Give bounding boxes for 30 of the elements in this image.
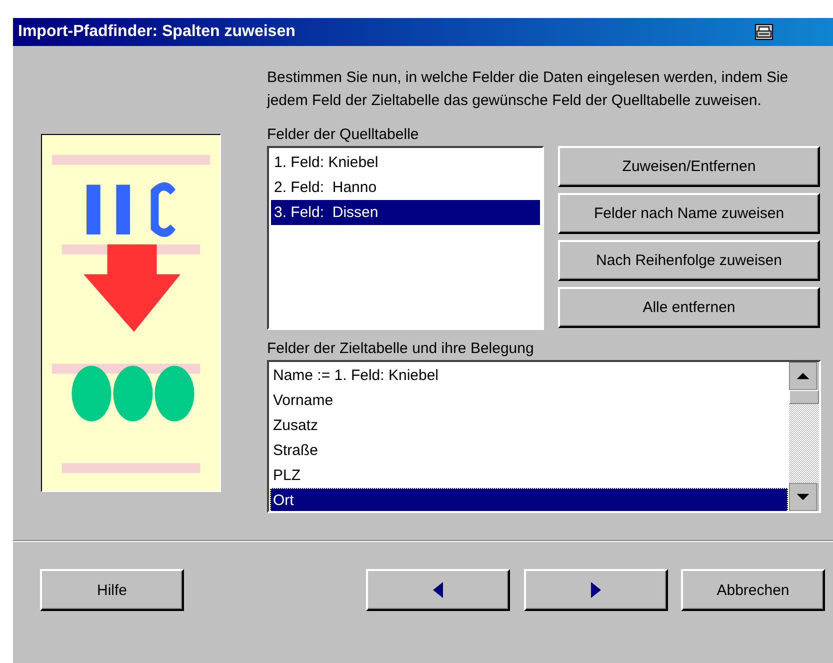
- scroll-up-icon[interactable]: [789, 362, 817, 390]
- action-button[interactable]: Felder nach Name zuweisen: [558, 193, 820, 234]
- list-item[interactable]: Straße: [270, 438, 788, 463]
- left-triangle-icon: [433, 582, 443, 598]
- scrollbar[interactable]: [789, 362, 819, 511]
- action-button[interactable]: Zuweisen/Entfernen: [558, 146, 820, 187]
- right-triangle-icon: [591, 582, 601, 598]
- back-button[interactable]: [366, 569, 510, 611]
- window-title: Import-Pfadfinder: Spalten zuweisen: [18, 23, 296, 41]
- list-item[interactable]: PLZ: [270, 463, 788, 488]
- list-item[interactable]: Vorname: [270, 388, 788, 413]
- scroll-down-icon[interactable]: [789, 483, 817, 511]
- list-item[interactable]: 1. Feld: Kniebel: [271, 150, 540, 175]
- action-button[interactable]: Nach Reihenfolge zuweisen: [558, 240, 820, 281]
- dialog-button[interactable]: Abbrechen: [681, 569, 825, 611]
- dialog-button[interactable]: Hilfe: [40, 569, 184, 611]
- list-item[interactable]: Ort: [270, 488, 788, 511]
- list-item[interactable]: 2. Feld: Hanno: [271, 175, 540, 200]
- scroll-thumb[interactable]: [789, 390, 819, 404]
- list-item[interactable]: Name := 1. Feld: Kniebel: [270, 363, 788, 388]
- list-item[interactable]: 3. Feld: Dissen: [271, 200, 540, 225]
- source-list-label: Felder der Quelltabelle: [267, 126, 420, 143]
- window-icon: [755, 24, 773, 40]
- list-item[interactable]: Zusatz: [270, 413, 788, 438]
- target-field-list[interactable]: Name := 1. Feld: Kniebel Vorname Zusatz Straße PLZ Ort: [267, 360, 821, 513]
- action-button[interactable]: Alle entfernen: [558, 287, 820, 328]
- instruction-text: Bestimmen Sie nun, in welche Felder die Daten eingelesen werden, indem Sie jedem Feld der Zieltabelle das gewünsche Feld der Quelltabelle zuweisen.: [267, 68, 790, 111]
- next-button[interactable]: [524, 569, 668, 611]
- source-field-list[interactable]: 1. Feld: Kniebel 2. Feld: Hanno 3. Feld: Dissen: [267, 146, 544, 330]
- target-list-label: Felder der Zieltabelle und ihre Belegung: [267, 340, 535, 357]
